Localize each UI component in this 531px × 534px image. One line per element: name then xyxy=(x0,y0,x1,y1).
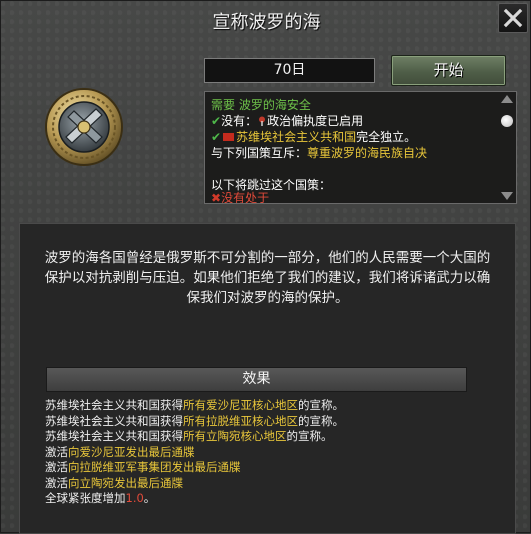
tension-label: 全球紧张度增加 xyxy=(45,491,126,505)
x-icon: ✖ xyxy=(211,191,222,204)
requirements-box: 需要 波罗的海安全 ✔没有： 政治偏执度已启用 ✔ 苏维埃社会主义共和国完全独立。 … xyxy=(204,91,517,204)
effect-line: 激活向爱沙尼亚发出最后通牒 xyxy=(45,444,195,459)
requirements-scrollbar[interactable] xyxy=(500,95,514,200)
effects-list: 苏维埃社会主义共和国获得所有爱沙尼亚核心地区的宣称。 苏维埃社会主义共和国获得所… xyxy=(45,398,505,507)
check-icon: ✔ xyxy=(211,130,222,144)
effect-line: 苏维埃社会主义共和国获得所有拉脱维亚核心地区的宣称。 xyxy=(45,413,344,428)
effect-line: 激活向立陶宛发出最后通牒 xyxy=(45,475,183,490)
scroll-up-icon[interactable] xyxy=(501,95,513,103)
soviet-flag-icon xyxy=(223,133,235,141)
scroll-thumb[interactable] xyxy=(501,115,513,127)
exclusive-label: 与下列国策互斥： xyxy=(211,146,308,160)
start-button[interactable]: 开始 xyxy=(391,55,506,86)
effect-line: 激活向拉脱维亚军事集团发出最后通牒 xyxy=(45,460,241,474)
requirement-line-1: ✔没有： 政治偏执度已启用 xyxy=(211,113,496,129)
requirement-2-suffix: 完全独立。 xyxy=(356,130,417,144)
check-icon: ✔ xyxy=(211,114,222,128)
requirement-1-prefix: 没有： xyxy=(221,114,258,128)
requirement-1-value: 政治偏执度已启用 xyxy=(267,114,364,128)
close-icon xyxy=(503,8,523,28)
baltic-claim-emblem-icon xyxy=(45,88,123,166)
effect-line: 苏维埃社会主义共和国获得所有立陶宛核心地区的宣称。 xyxy=(45,429,333,443)
policy-pin-icon xyxy=(259,116,266,126)
effect-line: 苏维埃社会主义共和国获得所有爱沙尼亚核心地区的宣称。 xyxy=(45,398,344,412)
requirement-header: 需要 波罗的海安全 xyxy=(211,98,311,112)
scroll-down-icon[interactable] xyxy=(501,192,513,200)
requirement-line-2: ✔ 苏维埃社会主义共和国完全独立。 xyxy=(211,129,496,145)
focus-window: 宣称波罗的海 70日 开始 需要 波罗的海安全 ✔没有： 政治偏执度已启用 ✔ … xyxy=(0,0,531,534)
bypass-partial: 没有处于 xyxy=(221,191,270,204)
exclusive-focus: 尊重波罗的海民族自决 xyxy=(307,146,428,160)
tension-line: 全球紧张度增加1.0。 xyxy=(45,491,156,505)
requirement-2-country: 苏维埃社会主义共和国 xyxy=(236,130,357,144)
effects-header: 效果 xyxy=(46,367,467,392)
tension-value: 1.0 xyxy=(125,491,144,505)
mutually-exclusive-line: 与下列国策互斥：尊重波罗的海民族自决 xyxy=(211,145,496,161)
close-button[interactable] xyxy=(498,3,528,33)
bypass-line: ✖没有处于 xyxy=(211,190,496,204)
days-field: 70日 xyxy=(204,58,375,83)
focus-description: 波罗的海各国曾经是俄罗斯不可分割的一部分，他们的人民需要一个大国的保护以对抗剥削… xyxy=(44,250,491,306)
window-title: 宣称波罗的海 xyxy=(212,12,321,33)
